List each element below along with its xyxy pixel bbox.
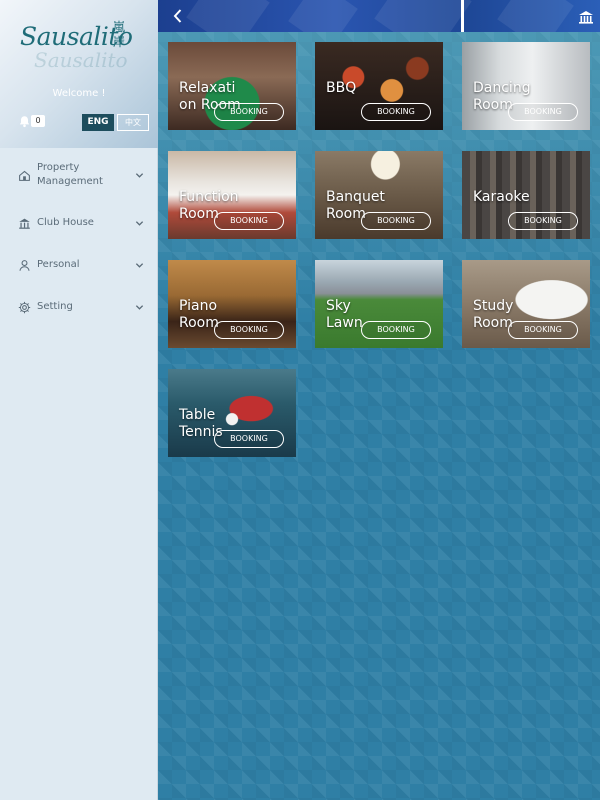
booking-button[interactable]: BOOKING bbox=[508, 103, 578, 121]
main-content: Relaxati on Room BOOKING BBQ BOOKING Dan… bbox=[158, 0, 600, 800]
facility-card-table-tennis[interactable]: Table Tennis BOOKING bbox=[168, 369, 296, 457]
person-icon bbox=[19, 259, 30, 271]
facility-title: BBQ bbox=[326, 80, 357, 96]
booking-button[interactable]: BOOKING bbox=[508, 212, 578, 230]
menu-item-setting[interactable]: Setting bbox=[0, 286, 158, 328]
facility-title: Karaoke bbox=[473, 189, 530, 205]
booking-button[interactable]: BOOKING bbox=[214, 103, 284, 121]
property-icon bbox=[19, 170, 30, 181]
chevron-down-icon bbox=[135, 263, 144, 268]
clubhouse-icon bbox=[19, 218, 30, 229]
facility-card-karaoke[interactable]: Karaoke BOOKING bbox=[462, 151, 590, 239]
welcome-text: Welcome ! bbox=[52, 88, 106, 99]
booking-button[interactable]: BOOKING bbox=[361, 321, 431, 339]
logo-cjk-text: 嵐岸 bbox=[113, 20, 126, 49]
menu-label: Club House bbox=[37, 217, 94, 228]
menu-label: Setting bbox=[37, 301, 73, 312]
lang-eng-button[interactable]: ENG bbox=[82, 114, 114, 131]
menu-item-property-management[interactable]: Property Management bbox=[0, 148, 158, 202]
gear-icon bbox=[18, 301, 31, 313]
top-bar bbox=[158, 0, 600, 32]
facility-card-study-room[interactable]: Study Room BOOKING bbox=[462, 260, 590, 348]
booking-button[interactable]: BOOKING bbox=[361, 103, 431, 121]
menu-label: Personal bbox=[37, 259, 80, 270]
clubhouse-home-icon[interactable] bbox=[578, 9, 594, 25]
brand-logo: Sausalito Sausalito 嵐岸 bbox=[20, 18, 140, 72]
facility-card-banquet-room[interactable]: Banquet Room BOOKING bbox=[315, 151, 443, 239]
facility-card-function-room[interactable]: Function Room BOOKING bbox=[168, 151, 296, 239]
sidebar-header: Sausalito Sausalito 嵐岸 Welcome ! 0 ENG 中… bbox=[0, 0, 158, 148]
facility-card-relaxation-room[interactable]: Relaxati on Room BOOKING bbox=[168, 42, 296, 130]
facility-card-dancing-room[interactable]: Dancing Room BOOKING bbox=[462, 42, 590, 130]
menu-item-club-house[interactable]: Club House bbox=[0, 202, 158, 244]
facility-card-piano-room[interactable]: Piano Room BOOKING bbox=[168, 260, 296, 348]
chevron-down-icon bbox=[135, 221, 144, 226]
back-arrow-icon[interactable] bbox=[170, 7, 186, 25]
menu-item-personal[interactable]: Personal bbox=[0, 244, 158, 286]
menu-label: Property Management bbox=[37, 162, 103, 187]
booking-button[interactable]: BOOKING bbox=[361, 212, 431, 230]
topbar-divider bbox=[461, 0, 464, 32]
lang-zh-button[interactable]: 中文 bbox=[117, 114, 149, 131]
sidebar-menu: Property Management Club House Personal bbox=[0, 148, 158, 328]
logo-reflection: Sausalito bbox=[34, 48, 128, 72]
bell-icon[interactable] bbox=[18, 115, 31, 128]
notification-count: 0 bbox=[31, 115, 45, 127]
chevron-down-icon bbox=[135, 305, 144, 310]
booking-button[interactable]: BOOKING bbox=[214, 430, 284, 448]
facility-card-sky-lawn[interactable]: Sky Lawn BOOKING bbox=[315, 260, 443, 348]
facility-card-bbq[interactable]: BBQ BOOKING bbox=[315, 42, 443, 130]
chevron-down-icon bbox=[135, 173, 144, 178]
sidebar: Sausalito Sausalito 嵐岸 Welcome ! 0 ENG 中… bbox=[0, 0, 158, 800]
booking-button[interactable]: BOOKING bbox=[508, 321, 578, 339]
booking-button[interactable]: BOOKING bbox=[214, 321, 284, 339]
booking-button[interactable]: BOOKING bbox=[214, 212, 284, 230]
